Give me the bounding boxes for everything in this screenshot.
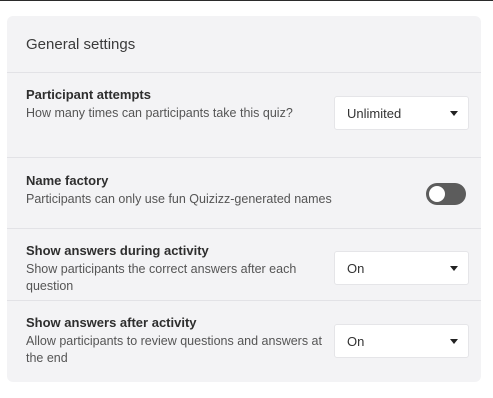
setting-description: Participants can only use fun Quizizz-ge… (26, 192, 332, 206)
panel-title: General settings (26, 35, 136, 53)
show-answers-after-select[interactable]: On (334, 324, 469, 358)
caret-down-icon (450, 339, 458, 344)
setting-show-answers-after: Show answers after activity Allow partic… (7, 301, 481, 381)
caret-down-icon (450, 111, 458, 116)
caret-down-icon (450, 266, 458, 271)
setting-description: How many times can participants take thi… (26, 106, 293, 120)
participant-attempts-select[interactable]: Unlimited (334, 96, 469, 130)
setting-title: Name factory (26, 173, 109, 188)
name-factory-toggle[interactable] (426, 183, 466, 205)
setting-show-answers-during: Show answers during activity Show partic… (7, 229, 481, 301)
setting-description: Allow participants to review questions a… (26, 334, 322, 365)
show-answers-during-select[interactable]: On (334, 251, 469, 285)
toggle-knob (429, 186, 445, 202)
general-settings-panel: General settings Participant attempts Ho… (7, 16, 481, 382)
select-value: On (347, 260, 365, 276)
panel-header: General settings (7, 16, 481, 73)
setting-name-factory: Name factory Participants can only use f… (7, 158, 481, 229)
setting-participant-attempts: Participant attempts How many times can … (7, 73, 481, 158)
select-value: Unlimited (347, 105, 402, 121)
setting-description: Show participants the correct answers af… (26, 262, 297, 293)
select-value: On (347, 333, 365, 349)
top-border (0, 0, 493, 1)
